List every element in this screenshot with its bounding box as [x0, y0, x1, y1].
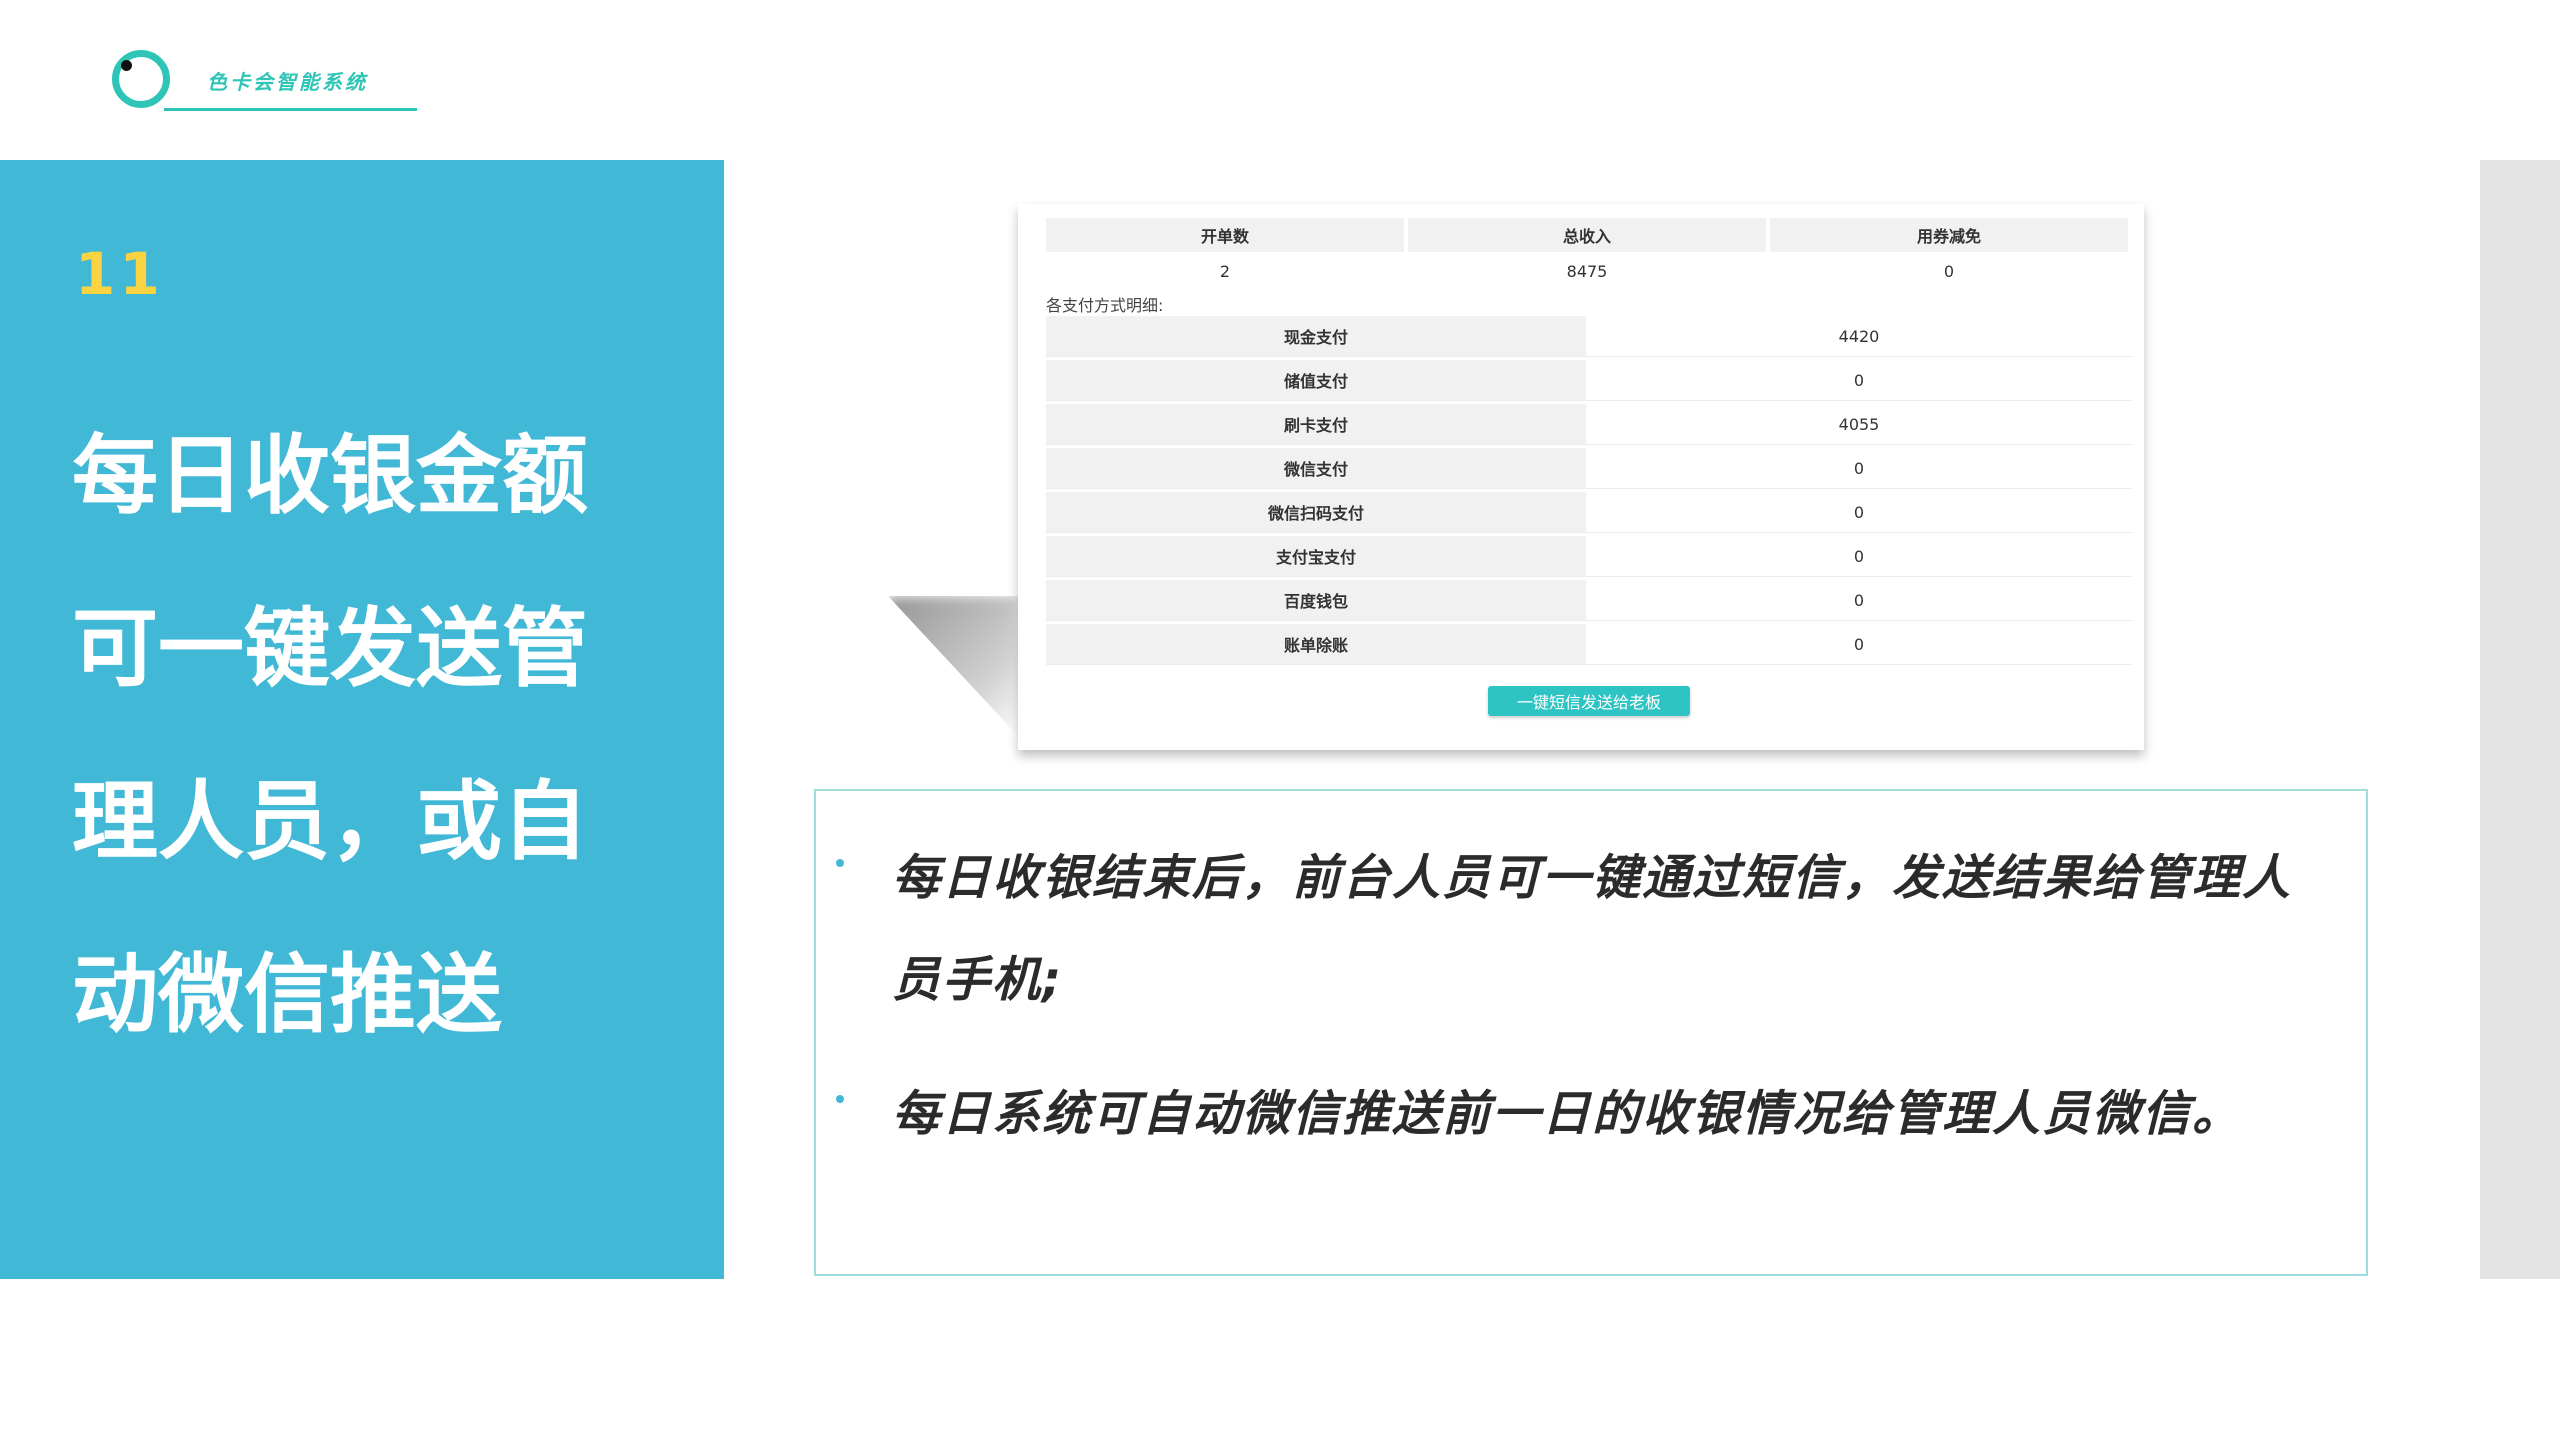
table-row: 刷卡支付 4055: [1046, 404, 2132, 445]
list-item: 每日收银结束后，前台人员可一键通过短信，发送结果给管理人员手机;: [836, 827, 2316, 1031]
slide: 色卡会智能系统 11 每日收银金额 可一键发送管 理人员，或自 动微信推送 开单…: [0, 0, 2560, 1440]
table-row: 微信支付 0: [1046, 448, 2132, 489]
table-row: 账单除账 0: [1046, 624, 2132, 665]
payment-method-value: 0: [1853, 590, 1865, 610]
summary-value-orders: 2: [1219, 261, 1231, 281]
payment-method-value: 0: [1853, 502, 1865, 522]
bullet-text: 每日收银结束后，前台人员可一键通过短信，发送结果给管理人员手机;: [892, 850, 2293, 1008]
payment-method-name: 微信扫码支付: [1046, 492, 1586, 532]
list-item: 每日系统可自动微信推送前一日的收银情况给管理人员微信。: [836, 1063, 2316, 1165]
payment-method-name: 支付宝支付: [1046, 536, 1586, 576]
payment-method-value: 0: [1853, 458, 1865, 478]
payment-method-name: 百度钱包: [1046, 580, 1586, 620]
payment-method-name: 账单除账: [1046, 624, 1586, 664]
description-box: 每日收银结束后，前台人员可一键通过短信，发送结果给管理人员手机; 每日系统可自动…: [814, 789, 2368, 1276]
payment-method-value: 4055: [1838, 414, 1880, 434]
table-row: 现金支付 4420: [1046, 316, 2132, 357]
summary-values-row: 2 8475 0: [1046, 254, 2132, 288]
payment-method-name: 现金支付: [1046, 316, 1586, 356]
summary-header-income: 总收入: [1408, 218, 1766, 252]
payment-method-value: 4420: [1838, 326, 1880, 346]
summary-header-coupon: 用券减免: [1770, 218, 2128, 252]
bullet-dot-icon: [836, 1095, 844, 1103]
payment-method-name: 微信支付: [1046, 448, 1586, 488]
summary-header-row: 开单数 总收入 用券减免: [1046, 218, 2132, 252]
table-row: 微信扫码支付 0: [1046, 492, 2132, 533]
table-row: 支付宝支付 0: [1046, 536, 2132, 577]
summary-value-coupon: 0: [1943, 261, 1955, 281]
payment-method-name: 储值支付: [1046, 360, 1586, 400]
summary-value-income: 8475: [1566, 261, 1608, 281]
summary-header-orders: 开单数: [1046, 218, 1404, 252]
right-decor-strip: [2480, 160, 2560, 1279]
panel-title-line: 动微信推送: [72, 945, 502, 1045]
logo-underline: [164, 108, 417, 111]
bullet-text: 每日系统可自动微信推送前一日的收银情况给管理人员微信。: [892, 1086, 2243, 1142]
send-sms-to-boss-button[interactable]: 一键短信发送给老板: [1488, 686, 1690, 716]
panel-title-line: 理人员，或自: [72, 772, 588, 872]
logo-ring-icon: [112, 50, 170, 108]
brand-logo: 色卡会智能系统: [112, 50, 417, 116]
breakdown-label: 各支付方式明细:: [1046, 296, 1164, 315]
payment-method-value: 0: [1853, 634, 1865, 654]
payment-method-name: 刷卡支付: [1046, 404, 1586, 444]
slide-number: 11: [75, 240, 164, 308]
payment-method-value: 0: [1853, 546, 1865, 566]
payment-breakdown-table: 现金支付 4420 储值支付 0 刷卡支付 4055 微信支付 0 微信扫码支付…: [1046, 316, 2132, 668]
logo-dot-icon: [121, 60, 132, 71]
shadow-decoration: [888, 596, 1018, 736]
bullet-dot-icon: [836, 859, 844, 867]
logo-text: 色卡会智能系统: [207, 70, 368, 94]
table-row: 储值支付 0: [1046, 360, 2132, 401]
cashier-summary-screenshot: 开单数 总收入 用券减免 2 8475 0 各支付方式明细: 现金支付 4420…: [1018, 204, 2144, 750]
panel-title-line: 可一键发送管: [72, 599, 588, 699]
panel-title: 每日收银金额 可一键发送管 理人员，或自 动微信推送: [72, 390, 672, 1082]
left-title-panel: 11 每日收银金额 可一键发送管 理人员，或自 动微信推送: [0, 160, 724, 1279]
panel-title-line: 每日收银金额: [72, 426, 588, 526]
payment-method-value: 0: [1853, 370, 1865, 390]
table-row: 百度钱包 0: [1046, 580, 2132, 621]
